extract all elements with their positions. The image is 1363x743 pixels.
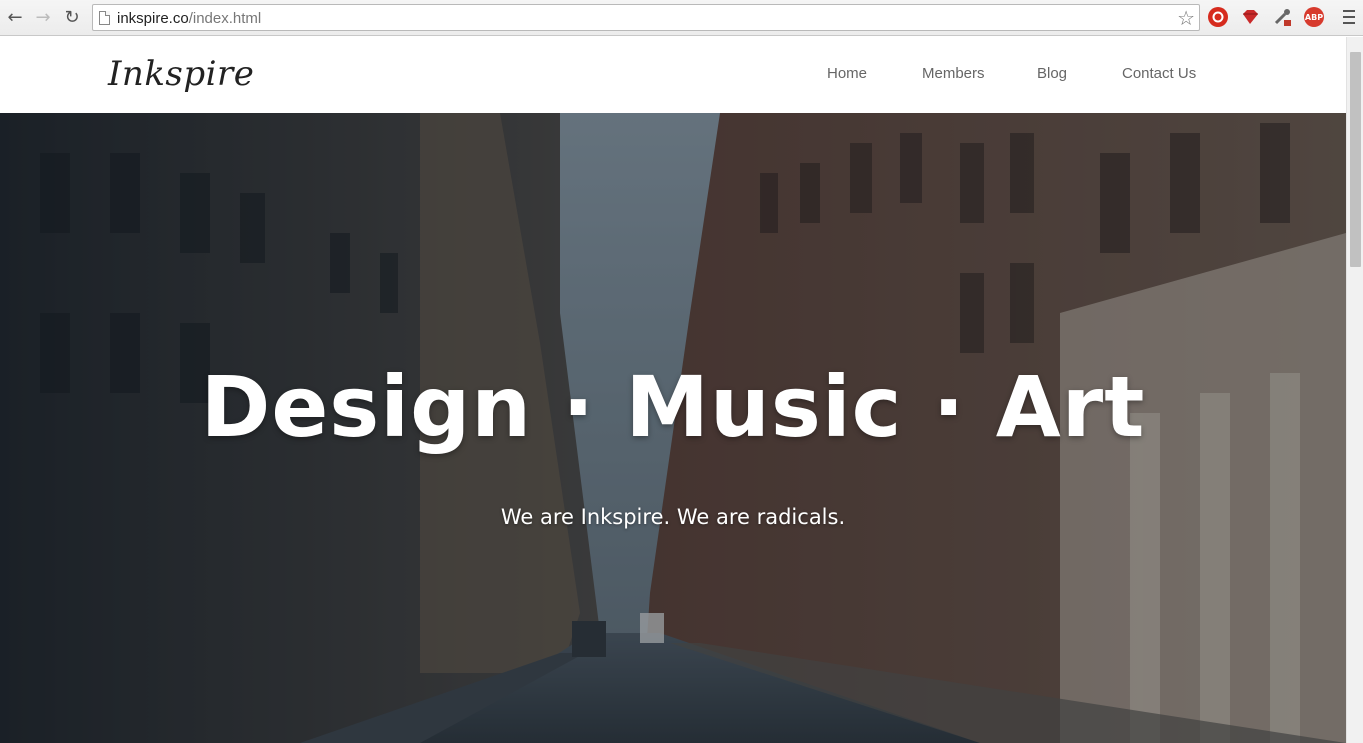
adblock-plus-icon[interactable]: ABP <box>1304 7 1324 27</box>
url-text[interactable]: inkspire.co/index.html <box>117 10 261 27</box>
nav-home[interactable]: Home <box>827 65 867 82</box>
browser-toolbar: ← → ↻ inkspire.co/index.html ☆ ABP <box>0 0 1363 36</box>
nav-blog[interactable]: Blog <box>1037 65 1067 82</box>
nav-members[interactable]: Members <box>922 65 985 82</box>
site-header: Inkspire Home Members Blog Contact Us <box>0 37 1346 113</box>
hero-subtitle: We are Inkspire. We are radicals. <box>500 505 846 529</box>
nav-contact-us[interactable]: Contact Us <box>1122 65 1196 82</box>
forward-arrow-icon[interactable]: → <box>32 6 54 28</box>
bookmark-star-icon[interactable]: ☆ <box>1177 6 1195 30</box>
scrollbar-thumb[interactable] <box>1350 52 1361 267</box>
red-gem-extension-icon[interactable] <box>1240 7 1260 27</box>
hero-title: Design · Music · Art <box>200 358 1146 456</box>
stop-sign-extension-icon[interactable] <box>1208 7 1228 27</box>
eyedropper-extension-icon[interactable] <box>1272 7 1292 27</box>
hero-section: Design · Music · Art We are Inkspire. We… <box>0 113 1346 743</box>
reload-icon[interactable]: ↻ <box>61 6 83 28</box>
address-bar[interactable]: inkspire.co/index.html ☆ <box>92 4 1200 31</box>
site-logo[interactable]: Inkspire <box>108 54 254 94</box>
chrome-menu-icon[interactable] <box>1343 10 1355 24</box>
back-arrow-icon[interactable]: ← <box>4 6 26 28</box>
page-scrollbar[interactable] <box>1346 37 1363 743</box>
page-icon <box>99 11 110 25</box>
